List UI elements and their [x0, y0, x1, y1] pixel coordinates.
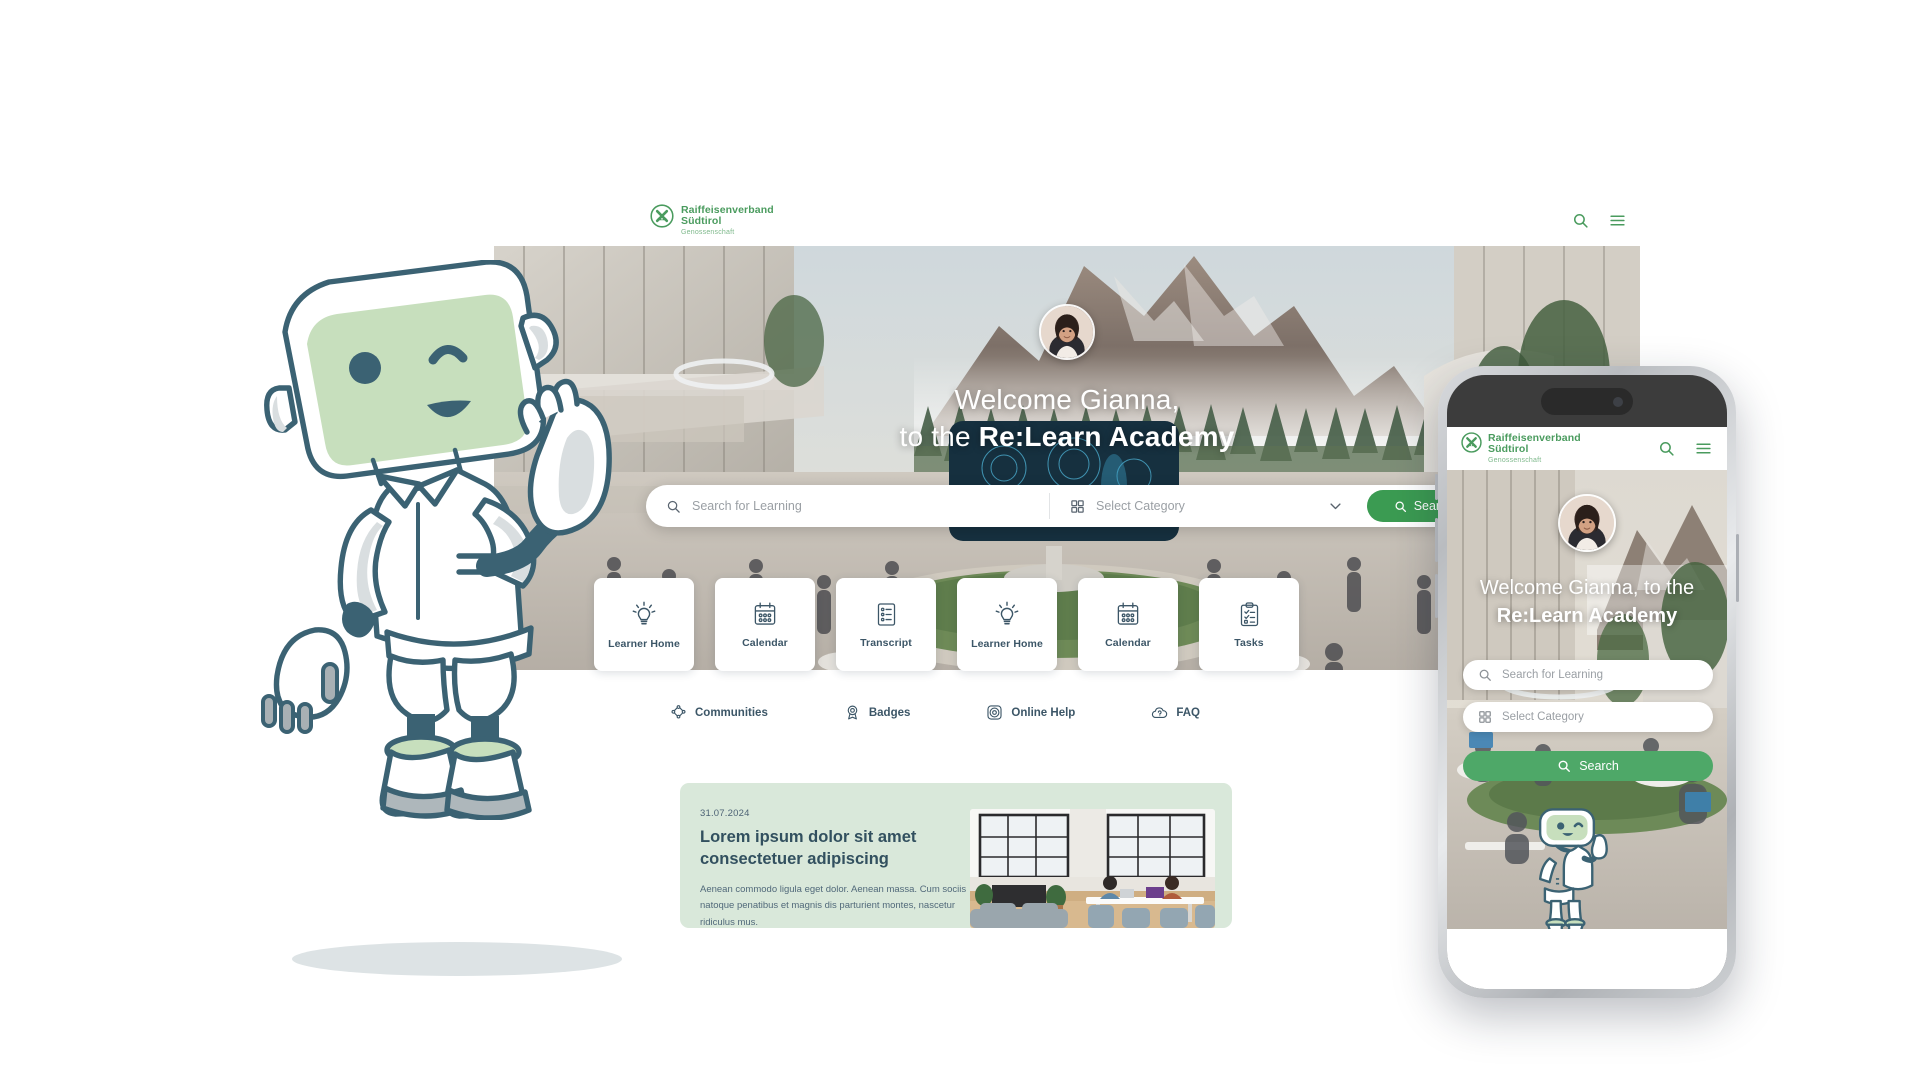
quicklink-online-help[interactable]: Online Help [986, 704, 1075, 721]
hero-subline-prefix: to the [899, 420, 979, 452]
mobile-learning-search-placeholder: Search for Learning [1502, 669, 1604, 681]
mobile-hero: Welcome Gianna, to the Re:Learn Academy … [1447, 470, 1727, 950]
calendar-icon [1117, 602, 1139, 625]
news-image [970, 809, 1215, 928]
news-text-block: 31.07.2024 Lorem ipsum dolor sit amet co… [680, 783, 970, 928]
mobile-search-button-label: Search [1579, 759, 1619, 773]
category-select[interactable]: Select Category [1050, 499, 1367, 514]
hamburger-menu-icon[interactable] [1609, 212, 1626, 229]
news-card[interactable]: 31.07.2024 Lorem ipsum dolor sit amet co… [680, 783, 1232, 928]
front-camera-icon [1613, 396, 1623, 407]
tile-label: Tasks [1234, 636, 1264, 649]
logo-line-3: Genossenschaft [681, 229, 735, 237]
quicklink-label: Online Help [1011, 706, 1076, 719]
desktop-header: Raiffeisenverband Südtirol Genossenschaf… [494, 198, 1640, 246]
tile-label: Calendar [1105, 637, 1151, 649]
mobile-search-button[interactable]: Search [1463, 751, 1713, 781]
grid-category-icon [1071, 499, 1084, 513]
tile-label: Transcript [860, 636, 912, 649]
news-title: Lorem ipsum dolor sit amet consectetuer … [700, 828, 917, 868]
calendar-icon [754, 602, 776, 625]
search-icon [1479, 669, 1491, 681]
brand-logo[interactable]: Raiffeisenverband Südtirol Genossenschaf… [650, 204, 774, 236]
avatar-photo [1560, 496, 1614, 550]
search-icon [667, 500, 680, 513]
category-placeholder: Select Category [1096, 499, 1185, 513]
mobile-category-placeholder: Select Category [1502, 711, 1584, 723]
tile-label: Calendar [742, 637, 788, 649]
news-date: 31.07.2024 [700, 808, 750, 819]
tile-label: Learner Home [971, 638, 1043, 650]
search-icon [1558, 760, 1571, 772]
learning-search-field[interactable]: Search for Learning [646, 493, 1050, 519]
mobile-header: Raiffeisenverband Südtirol Genossenschaf… [1447, 427, 1727, 470]
relearn-robot-mascot [261, 260, 612, 820]
search-icon[interactable] [1658, 440, 1675, 457]
relearn-robot-mascot [1538, 808, 1608, 945]
tile-learner-home-2[interactable]: Learner Home [957, 578, 1057, 671]
phone-power-button[interactable] [1736, 534, 1739, 602]
grid-category-icon [1479, 711, 1491, 723]
search-icon[interactable] [1572, 212, 1589, 229]
communities-icon [671, 705, 686, 719]
search-bar: Search for Learning Select Category Sear… [646, 485, 1486, 527]
mobile-nav-actions [1658, 440, 1712, 457]
clipboard-check-icon [1240, 601, 1258, 626]
news-body: Aenean commodo ligula eget dolor. Aenean… [700, 883, 967, 928]
quicklink-communities[interactable]: Communities [670, 704, 768, 721]
raiffeisen-logo-icon [650, 204, 674, 228]
quick-links-row: Communities Badges Online Help FAQ [670, 704, 1200, 721]
avatar [1558, 494, 1616, 552]
raiffeisen-logo-icon [1461, 432, 1482, 453]
quicklink-label: Communities [695, 706, 768, 719]
mascot-shadow [292, 942, 622, 976]
learning-search-placeholder: Search for Learning [692, 499, 802, 513]
coworking-office-photo [970, 809, 1215, 928]
logo-line-2: Südtirol [681, 215, 722, 228]
quicklink-faq[interactable]: FAQ [1151, 704, 1200, 721]
mobile-hero-title: Welcome Gianna, to the Re:Learn Academy [1447, 574, 1727, 631]
hamburger-menu-icon[interactable] [1695, 440, 1712, 457]
hero-brand-name: Re:Learn Academy [978, 420, 1235, 452]
tile-calendar[interactable]: Calendar [715, 578, 815, 671]
chevron-down-icon[interactable] [1328, 499, 1343, 514]
tile-transcript[interactable]: Transcript [836, 578, 936, 671]
mockup-stage: Raiffeisenverband Südtirol Genossenschaf… [0, 0, 1920, 1080]
faq-cloud-icon [1152, 707, 1168, 719]
phone-screen: Raiffeisenverband Südtirol Genossenschaf… [1447, 375, 1727, 989]
mobile-learning-search-field[interactable]: Search for Learning [1463, 660, 1713, 690]
tile-calendar-2[interactable]: Calendar [1078, 578, 1178, 671]
quicklink-label: FAQ [1176, 706, 1200, 719]
mobile-hero-brand-name: Re:Learn Academy [1496, 605, 1678, 628]
tile-tasks[interactable]: Tasks [1199, 578, 1299, 671]
quick-tiles-row: Learner Home Calendar Transcript Learner… [594, 578, 1316, 671]
mobile-category-select[interactable]: Select Category [1463, 702, 1713, 732]
badge-icon [847, 705, 858, 720]
lightbulb-icon [632, 601, 656, 625]
desktop-nav-actions [1572, 212, 1626, 229]
lifebuoy-icon [987, 705, 1003, 720]
quicklink-badges[interactable]: Badges [844, 704, 911, 721]
logo-line-3: Genossenschaft [1488, 457, 1542, 465]
avatar [1039, 304, 1095, 360]
quicklink-label: Badges [868, 706, 911, 719]
dynamic-island [1541, 388, 1633, 415]
brand-logo[interactable]: Raiffeisenverband Südtirol Genossenschaf… [1461, 432, 1581, 464]
avatar-photo [1041, 306, 1093, 358]
mobile-mockup: Raiffeisenverband Südtirol Genossenschaf… [1435, 366, 1739, 998]
logo-line-2: Südtirol [1488, 443, 1529, 456]
lightbulb-icon [995, 601, 1019, 625]
mobile-hero-greeting: Welcome Gianna, to the [1479, 577, 1695, 599]
list-document-icon [877, 602, 895, 626]
search-icon [1395, 500, 1406, 512]
mobile-footer-area [1447, 929, 1727, 989]
